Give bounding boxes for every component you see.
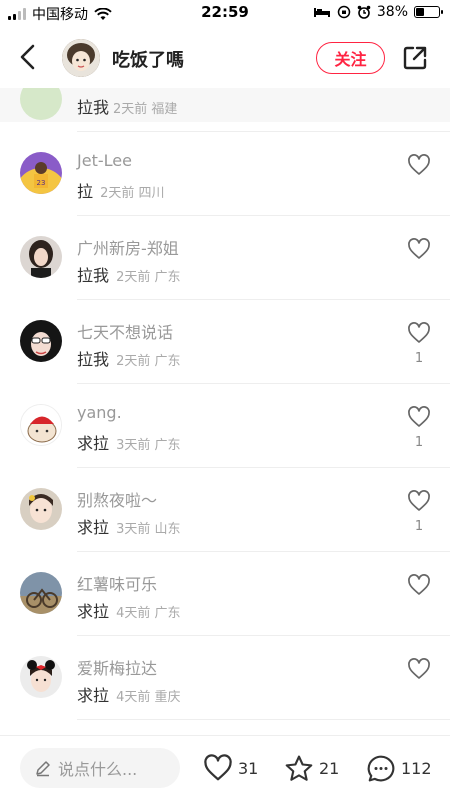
commenter-name[interactable]: 七天不想说话 [77, 319, 173, 343]
heart-icon[interactable] [407, 154, 431, 176]
commenter-name[interactable]: 广州新房-郑姐 [77, 235, 179, 259]
like-total: 31 [238, 758, 259, 778]
status-right: 38% [313, 4, 443, 20]
comment-meta: 4天前 广东 [116, 606, 181, 621]
heart-icon[interactable] [407, 322, 431, 344]
like-count: 1 [414, 351, 424, 366]
list-item[interactable]: 七天不想说话 拉我 2天前 广东 1 [0, 300, 450, 384]
avatar[interactable] [20, 656, 62, 698]
heart-icon[interactable] [407, 574, 431, 596]
comment-button[interactable]: 112 [366, 754, 432, 783]
comment-list[interactable]: 拉我 2天前 福建 23 Jet-Lee 拉 2天前 四川 广州新房-郑姐 拉我… [0, 88, 450, 735]
svg-text:23: 23 [37, 179, 46, 187]
author-avatar[interactable] [62, 39, 100, 77]
bottom-action-bar: 说点什么... 31 21 112 [0, 735, 450, 800]
avatar[interactable] [20, 88, 62, 120]
like-count: 1 [414, 519, 424, 534]
favorite-total: 21 [319, 759, 340, 778]
list-item[interactable]: 红薯味可乐 求拉 4天前 广东 [0, 552, 450, 636]
list-item[interactable]: 广州新房-郑姐 拉我 2天前 广东 [0, 216, 450, 300]
comment-text: 拉我 [77, 98, 110, 117]
comment-meta: 2天前 福建 [113, 102, 178, 117]
status-bar: 中国移动 22:59 38% [0, 0, 450, 26]
battery-icon [414, 6, 443, 18]
avatar[interactable] [20, 320, 62, 362]
comment-text: 求拉 [77, 602, 110, 621]
comment-text: 求拉 [77, 434, 110, 453]
comment-text: 求拉 [77, 518, 110, 537]
comment-content: 求拉 3天前 广东 [77, 430, 181, 454]
avatar[interactable] [20, 404, 62, 446]
heart-icon [204, 754, 232, 781]
comment-text: 拉我 [77, 266, 110, 285]
like-count: 1 [414, 435, 424, 450]
list-item[interactable]: 23 Jet-Lee 拉 2天前 四川 [0, 132, 450, 216]
commenter-name[interactable]: 爱斯梅拉达 [77, 655, 157, 679]
list-item[interactable]: 爱斯梅拉达 求拉 4天前 重庆 [0, 636, 450, 720]
battery-fill [416, 8, 424, 16]
comment-content: 拉我 2天前 广东 [77, 346, 181, 370]
header-bar: 吃饭了嗎 关注 [0, 28, 450, 88]
comment-text: 拉我 [77, 350, 110, 369]
comment-content: 求拉 3天前 山东 [77, 514, 181, 538]
comment-total: 112 [401, 759, 432, 778]
comment-content: 拉我 2天前 福建 [77, 94, 177, 118]
comment-content: 求拉 4天前 重庆 [77, 682, 181, 706]
avatar[interactable] [20, 488, 62, 530]
bed-icon [313, 8, 330, 17]
comment-input[interactable]: 说点什么... [20, 748, 180, 788]
heart-icon[interactable] [407, 406, 431, 428]
commenter-name[interactable]: 红薯味可乐 [77, 571, 157, 595]
heart-icon[interactable] [407, 658, 431, 680]
comment-meta: 2天前 广东 [116, 354, 181, 369]
comment-meta: 3天前 山东 [116, 522, 181, 537]
follow-button[interactable]: 关注 [316, 42, 385, 74]
comment-meta: 2天前 广东 [116, 270, 181, 285]
star-icon [285, 755, 313, 781]
comment-content: 拉我 2天前 广东 [77, 262, 181, 286]
comment-content: 求拉 4天前 广东 [77, 598, 181, 622]
share-icon[interactable] [401, 44, 429, 72]
alarm-icon [357, 5, 371, 19]
author-name[interactable]: 吃饭了嗎 [112, 46, 184, 72]
list-item[interactable]: 别熬夜啦～ 求拉 3天前 山东 1 [0, 468, 450, 552]
commenter-name[interactable]: 别熬夜啦～ [77, 487, 157, 511]
comment-text: 拉 [77, 182, 94, 201]
like-button[interactable]: 31 [203, 754, 258, 782]
comment-meta: 2天前 四川 [100, 186, 165, 201]
avatar[interactable] [20, 236, 62, 278]
chat-bubble-icon [367, 755, 395, 782]
divider [77, 719, 450, 720]
heart-icon[interactable] [407, 238, 431, 260]
comment-text: 求拉 [77, 686, 110, 705]
list-item-partial[interactable]: 拉我 2天前 福建 [0, 88, 450, 132]
list-item[interactable]: yang. 求拉 3天前 广东 1 [0, 384, 450, 468]
battery-percent: 38% [376, 4, 408, 20]
favorite-button[interactable]: 21 [284, 754, 339, 783]
avatar[interactable] [20, 572, 62, 614]
back-arrow-icon[interactable] [14, 42, 44, 72]
avatar[interactable]: 23 [20, 152, 62, 194]
heart-icon[interactable] [407, 490, 431, 512]
pencil-icon [36, 761, 50, 777]
comment-meta: 4天前 重庆 [116, 690, 181, 705]
commenter-name[interactable]: yang. [77, 403, 122, 422]
comment-input-placeholder: 说点什么... [58, 760, 138, 779]
comment-meta: 3天前 广东 [116, 438, 181, 453]
comment-content: 拉 2天前 四川 [77, 178, 165, 202]
commenter-name[interactable]: Jet-Lee [77, 151, 132, 170]
rotation-lock-icon [337, 5, 351, 19]
